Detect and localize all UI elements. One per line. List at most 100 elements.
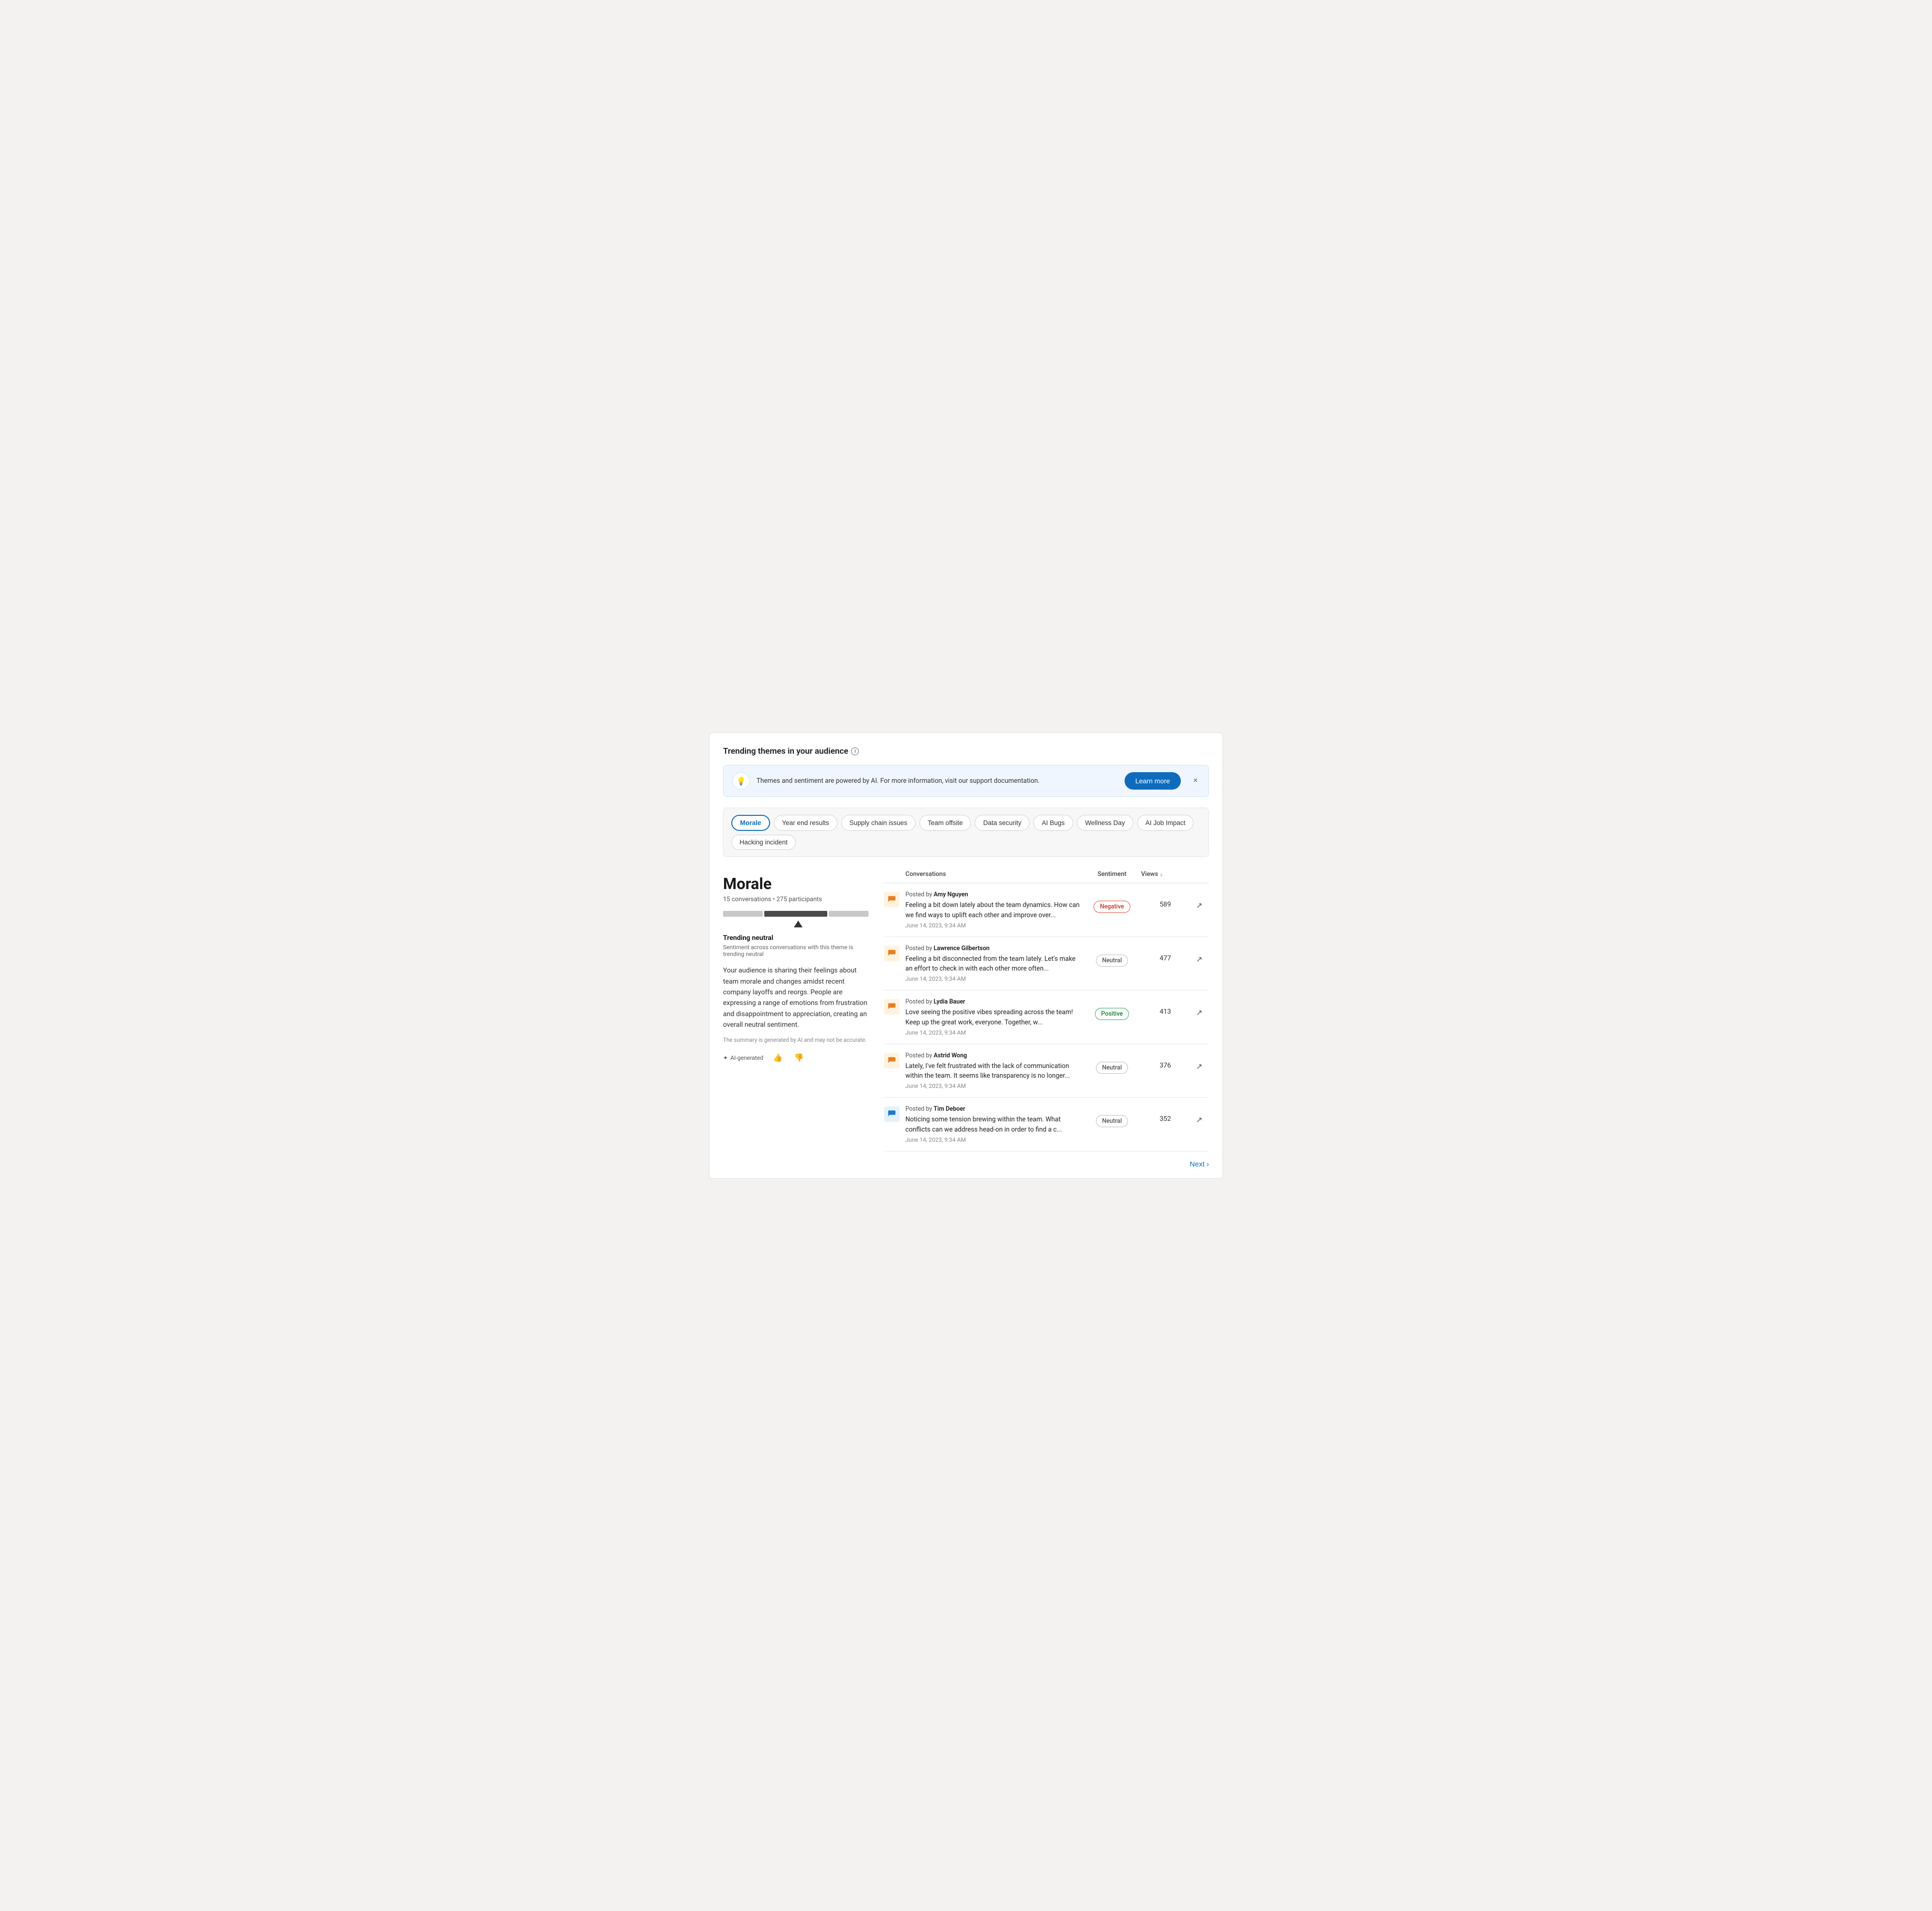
- table-row: Posted by Lydia Bauer Love seeing the po…: [884, 990, 1209, 1044]
- next-button[interactable]: Next ›: [1190, 1160, 1209, 1168]
- trend-icon-3[interactable]: ↗: [1196, 1062, 1202, 1071]
- conversations-count: 15 conversations: [723, 896, 771, 903]
- ai-generated-row: ✦ AI-generated 👍 👎: [723, 1051, 869, 1065]
- sentiment-badge-3: Neutral: [1096, 1062, 1128, 1074]
- participants-count: 275 participants: [776, 896, 822, 903]
- theme-chip-supply-chain[interactable]: Supply chain issues: [841, 815, 916, 831]
- conv-views-cell-0: 589: [1141, 891, 1190, 908]
- trend-icon-1[interactable]: ↗: [1196, 955, 1202, 964]
- conv-sentiment-cell-1: Neutral: [1083, 945, 1141, 967]
- conv-text-2: Love seeing the positive vibes spreading…: [905, 1007, 1083, 1027]
- left-panel: Morale 15 conversations • 275 participan…: [723, 871, 869, 1168]
- trend-icon-2[interactable]: ↗: [1196, 1008, 1202, 1017]
- theme-chip-data-security[interactable]: Data security: [975, 815, 1030, 831]
- table-header: Conversations Sentiment Views ↓: [884, 871, 1209, 883]
- sentiment-bar: [723, 911, 869, 917]
- conv-icon-0: [884, 892, 900, 907]
- ai-banner: 💡 Themes and sentiment are powered by AI…: [723, 765, 1209, 797]
- ai-banner-icon: 💡: [732, 772, 750, 790]
- table-row: Posted by Astrid Wong Lately, I've felt …: [884, 1044, 1209, 1098]
- conv-action-cell-4[interactable]: ↗: [1190, 1105, 1209, 1124]
- trend-icon-4[interactable]: ↗: [1196, 1115, 1202, 1124]
- ai-generated-badge: ✦ AI-generated: [723, 1054, 763, 1061]
- conv-views-cell-1: 477: [1141, 945, 1190, 962]
- conv-date-4: June 14, 2023, 9:34 AM: [905, 1136, 1083, 1143]
- sort-down-icon[interactable]: ↓: [1160, 871, 1163, 877]
- theme-title: Morale: [723, 875, 869, 893]
- conv-views-cell-4: 352: [1141, 1105, 1190, 1123]
- theme-description: Your audience is sharing their feelings …: [723, 965, 869, 1030]
- trending-label: Trending neutral: [723, 934, 869, 942]
- theme-chip-wellness-day[interactable]: Wellness Day: [1077, 815, 1133, 831]
- conv-sentiment-cell-4: Neutral: [1083, 1105, 1141, 1127]
- conv-sentiment-cell-3: Neutral: [1083, 1052, 1141, 1074]
- sentiment-badge-0: Negative: [1094, 901, 1130, 913]
- theme-meta: 15 conversations • 275 participants: [723, 896, 869, 903]
- sentiment-badge-2: Positive: [1095, 1008, 1129, 1020]
- sentiment-bar-negative: [723, 911, 763, 917]
- conv-action-cell-1[interactable]: ↗: [1190, 945, 1209, 964]
- lightbulb-icon: 💡: [736, 777, 746, 786]
- conv-text-3: Lately, I've felt frustrated with the la…: [905, 1061, 1083, 1081]
- theme-chip-hacking-incident[interactable]: Hacking incident: [731, 835, 796, 850]
- conv-sentiment-cell-2: Positive: [1083, 998, 1141, 1020]
- conv-date-3: June 14, 2023, 9:34 AM: [905, 1083, 1083, 1089]
- main-card: Trending themes in your audience i 💡 The…: [709, 732, 1223, 1179]
- theme-chip-team-offsite[interactable]: Team offsite: [919, 815, 971, 831]
- sentiment-badge-4: Neutral: [1096, 1115, 1128, 1127]
- views-label: Views: [1141, 871, 1158, 878]
- table-row: Posted by Tim Deboer Noticing some tensi…: [884, 1098, 1209, 1151]
- conv-date-1: June 14, 2023, 9:34 AM: [905, 975, 1083, 982]
- pagination-row: Next ›: [884, 1151, 1209, 1168]
- meta-separator: •: [773, 896, 776, 903]
- conv-action-cell-0[interactable]: ↗: [1190, 891, 1209, 910]
- conv-author-0: Posted by Amy Nguyen: [905, 891, 1083, 898]
- theme-chip-morale[interactable]: Morale: [731, 815, 770, 831]
- trending-sub: Sentiment across conversations with this…: [723, 944, 869, 957]
- sparkle-icon: ✦: [723, 1054, 728, 1061]
- sentiment-indicator: [723, 921, 869, 927]
- learn-more-button[interactable]: Learn more: [1125, 772, 1181, 790]
- conv-body-3: Posted by Astrid Wong Lately, I've felt …: [905, 1052, 1083, 1090]
- theme-chip-ai-bugs[interactable]: AI Bugs: [1033, 815, 1073, 831]
- thumbsdown-icon: 👎: [794, 1054, 804, 1062]
- conv-action-cell-2[interactable]: ↗: [1190, 998, 1209, 1017]
- thumbsup-icon: 👍: [773, 1054, 783, 1062]
- thumbs-down-button[interactable]: 👎: [792, 1051, 806, 1065]
- conv-date-0: June 14, 2023, 9:34 AM: [905, 922, 1083, 929]
- triangle-icon: [794, 921, 803, 927]
- col-header-conversations: Conversations: [884, 871, 1083, 878]
- conv-author-1: Posted by Lawrence Gilbertson: [905, 945, 1083, 952]
- page-title: Trending themes in your audience: [723, 746, 848, 756]
- info-icon[interactable]: i: [851, 747, 859, 755]
- conv-action-cell-3[interactable]: ↗: [1190, 1052, 1209, 1071]
- col-header-sentiment: Sentiment: [1083, 871, 1141, 878]
- conv-body-2: Posted by Lydia Bauer Love seeing the po…: [905, 998, 1083, 1036]
- sentiment-bar-positive: [829, 911, 869, 917]
- conv-body-0: Posted by Amy Nguyen Feeling a bit down …: [905, 891, 1083, 929]
- page-title-row: Trending themes in your audience i: [723, 746, 1209, 756]
- theme-chip-year-end[interactable]: Year end results: [774, 815, 837, 831]
- main-content: Morale 15 conversations • 275 participan…: [723, 871, 1209, 1168]
- sentiment-bar-container: [723, 911, 869, 927]
- ai-banner-text: Themes and sentiment are powered by AI. …: [757, 777, 1118, 785]
- col-header-views: Views ↓: [1141, 871, 1190, 878]
- sentiment-badge-1: Neutral: [1096, 955, 1128, 967]
- table-row: Posted by Lawrence Gilbertson Feeling a …: [884, 937, 1209, 991]
- conv-icon-1: [884, 946, 900, 961]
- theme-chip-ai-job-impact[interactable]: AI Job Impact: [1137, 815, 1194, 831]
- conv-text-0: Feeling a bit down lately about the team…: [905, 900, 1083, 920]
- conv-text-4: Noticing some tension brewing within the…: [905, 1115, 1083, 1134]
- conv-author-2: Posted by Lydia Bauer: [905, 998, 1083, 1005]
- conversations-list: Posted by Amy Nguyen Feeling a bit down …: [884, 883, 1209, 1151]
- banner-close-button[interactable]: ×: [1191, 775, 1200, 787]
- ai-disclaimer: The summary is generated by AI and may n…: [723, 1036, 869, 1043]
- trend-icon-0[interactable]: ↗: [1196, 901, 1202, 910]
- thumbs-up-button[interactable]: 👍: [771, 1051, 785, 1065]
- conv-icon-4: [884, 1106, 900, 1122]
- conv-icon-3: [884, 1053, 900, 1069]
- chevron-right-icon: ›: [1207, 1160, 1209, 1168]
- conv-views-cell-3: 376: [1141, 1052, 1190, 1069]
- next-label: Next: [1190, 1160, 1205, 1168]
- themes-bar: MoraleYear end resultsSupply chain issue…: [723, 808, 1209, 857]
